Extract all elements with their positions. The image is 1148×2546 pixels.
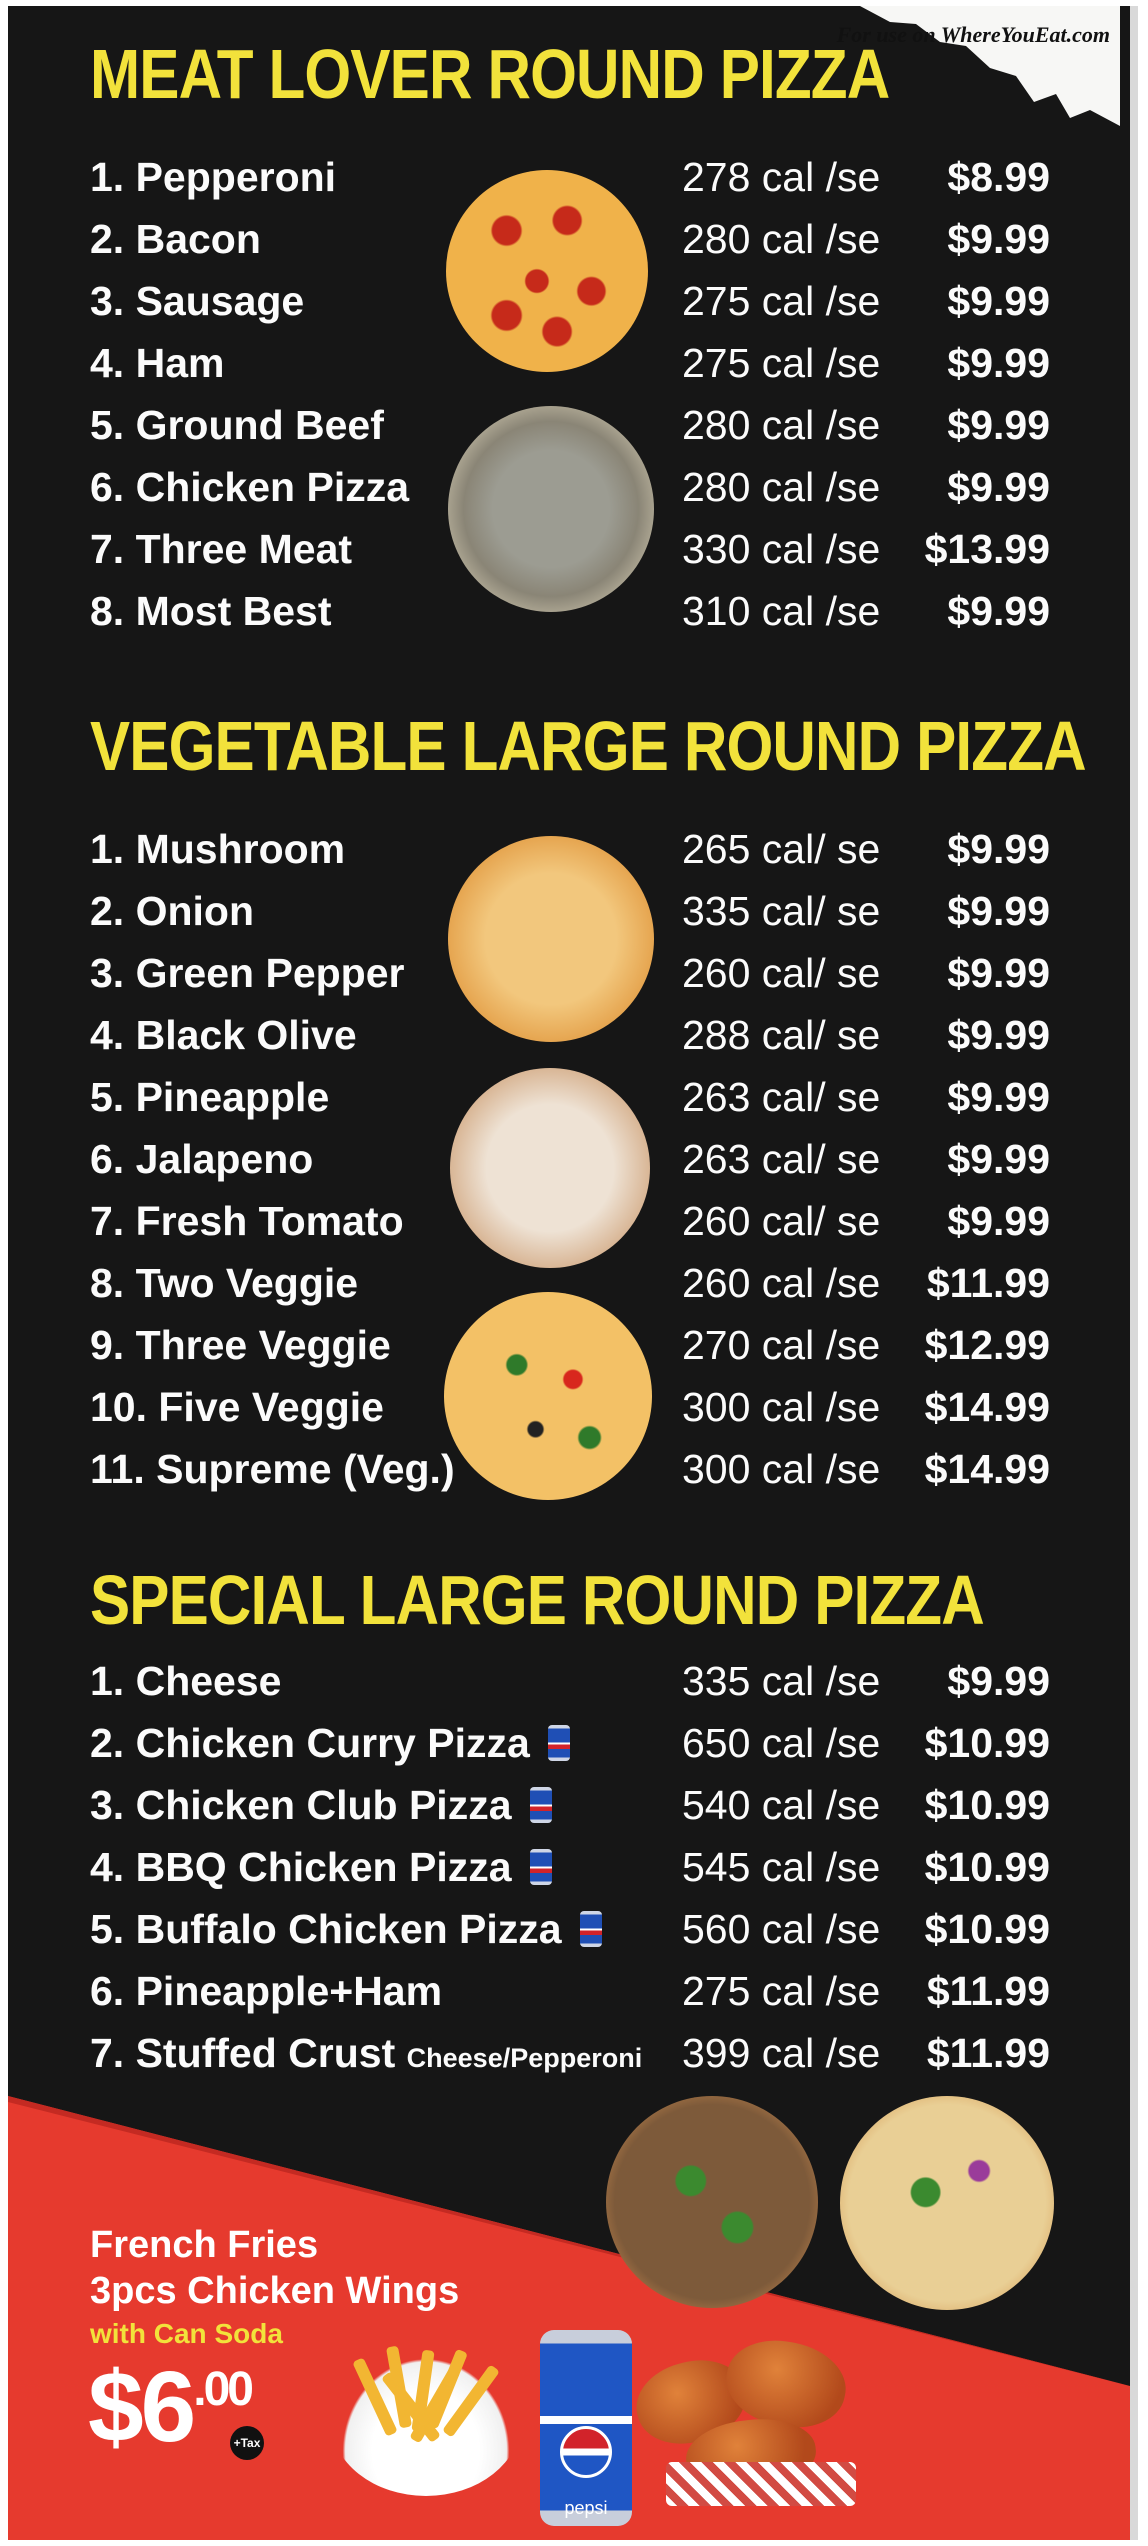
promo-line-3: with Can Soda bbox=[90, 2318, 283, 2349]
menu-item: 3. Sausage 275 cal /se $9.99 bbox=[90, 278, 1050, 324]
section-heading-vegetable: VEGETABLE LARGE ROUND PIZZA bbox=[90, 707, 1087, 785]
menu-item: 6. Chicken Pizza 280 cal /se $9.99 bbox=[90, 464, 1050, 510]
section-heading-meat-lover: MEAT LOVER ROUND PIZZA bbox=[90, 35, 890, 113]
special-pizza-photo bbox=[606, 2096, 818, 2308]
menu-item: 11. Supreme (Veg.) 300 cal /se $14.99 bbox=[90, 1446, 1050, 1492]
menu-item: 5. Pineapple 263 cal/ se $9.99 bbox=[90, 1074, 1050, 1120]
tax-badge: +Tax bbox=[230, 2426, 264, 2460]
menu-item: 9. Three Veggie 270 cal /se $12.99 bbox=[90, 1322, 1050, 1368]
menu-item: 2. Bacon 280 cal /se $9.99 bbox=[90, 216, 1050, 262]
menu-item: 5. Buffalo Chicken Pizza 560 cal /se $10.9… bbox=[90, 1906, 1050, 1952]
menu-item: 7. Three Meat 330 cal /se $13.99 bbox=[90, 526, 1050, 572]
french-fries-photo bbox=[331, 2345, 521, 2496]
menu-item: 6. Pineapple+Ham 275 cal /se $11.99 bbox=[90, 1968, 1050, 2014]
menu-item: 1. Pepperoni 278 cal /se $8.99 bbox=[90, 154, 1050, 200]
menu-item: 3. Chicken Club Pizza 540 cal /se $10.99 bbox=[90, 1782, 1050, 1828]
menu-item: 8. Most Best 310 cal /se $9.99 bbox=[90, 588, 1050, 634]
menu-page: For use on WhereYouEat.com MEAT LOVER RO… bbox=[8, 6, 1138, 2540]
promo-price: $6.00 bbox=[88, 2351, 254, 2463]
menu-item: 7. Fresh Tomato 260 cal/ se $9.99 bbox=[90, 1198, 1050, 1244]
chicken-wings-photo bbox=[626, 2330, 866, 2510]
soda-can-icon bbox=[529, 1787, 552, 1823]
menu-item: 4. Ham 275 cal /se $9.99 bbox=[90, 340, 1050, 386]
menu-item: 8. Two Veggie 260 cal /se $11.99 bbox=[90, 1260, 1050, 1306]
promo-line-2: 3pcs Chicken Wings bbox=[90, 2270, 460, 2312]
promo-line-1: French Fries bbox=[90, 2224, 319, 2266]
soda-can-icon bbox=[529, 1849, 552, 1885]
soda-can-icon bbox=[579, 1911, 602, 1947]
menu-item: 1. Cheese 335 cal /se $9.99 bbox=[90, 1658, 1050, 1704]
menu-item: 2. Onion 335 cal/ se $9.99 bbox=[90, 888, 1050, 934]
menu-item: 1. Mushroom 265 cal/ se $9.99 bbox=[90, 826, 1050, 872]
soda-can-icon bbox=[547, 1725, 570, 1761]
menu-item: 10. Five Veggie 300 cal /se $14.99 bbox=[90, 1384, 1050, 1430]
section-heading-special: SPECIAL LARGE ROUND PIZZA bbox=[90, 1561, 985, 1639]
menu-item: 4. Black Olive 288 cal/ se $9.99 bbox=[90, 1012, 1050, 1058]
pepsi-logo-icon bbox=[560, 2426, 612, 2478]
menu-item: 5. Ground Beef 280 cal /se $9.99 bbox=[90, 402, 1050, 448]
watermark: For use on WhereYouEat.com bbox=[836, 22, 1110, 47]
pepsi-can-photo: pepsi bbox=[540, 2330, 632, 2526]
menu-item: 6. Jalapeno 263 cal/ se $9.99 bbox=[90, 1136, 1050, 1182]
menu-item: 4. BBQ Chicken Pizza 545 cal /se $10.99 bbox=[90, 1844, 1050, 1890]
special-pizza-photo bbox=[840, 2096, 1054, 2310]
menu-item: 7. Stuffed Crust Cheese/Pepperoni 399 cal… bbox=[90, 2030, 1050, 2076]
menu-item: 2. Chicken Curry Pizza 650 cal /se $10.99 bbox=[90, 1720, 1050, 1766]
menu-item: 3. Green Pepper 260 cal/ se $9.99 bbox=[90, 950, 1050, 996]
wing-basket bbox=[666, 2462, 856, 2506]
